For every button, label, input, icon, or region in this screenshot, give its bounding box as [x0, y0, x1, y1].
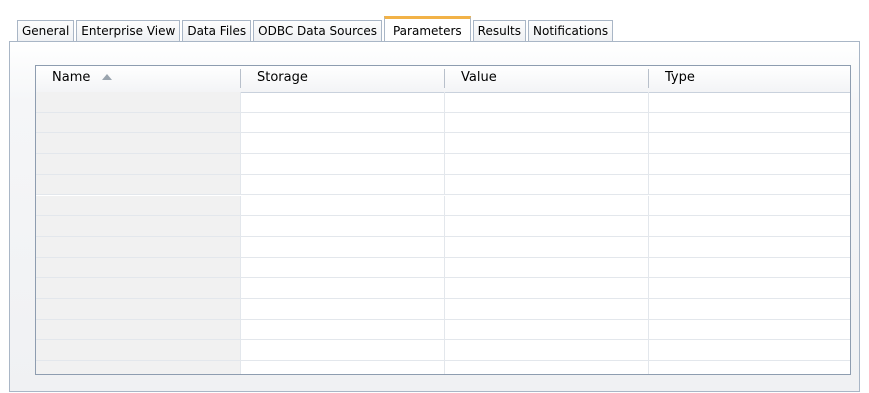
table-cell[interactable] — [445, 195, 649, 216]
table-cell[interactable] — [649, 340, 850, 360]
table-cell[interactable] — [445, 236, 649, 257]
table-cell[interactable] — [445, 216, 649, 236]
table-row[interactable] — [36, 133, 850, 155]
table-body — [36, 92, 850, 374]
table-cell[interactable] — [36, 92, 241, 112]
table-cell[interactable] — [649, 216, 850, 236]
column-header-type[interactable]: Type — [649, 66, 851, 92]
table-cell[interactable] — [649, 175, 850, 195]
table-cell[interactable] — [36, 154, 241, 174]
table-cell[interactable] — [241, 133, 445, 154]
table-cell[interactable] — [36, 319, 241, 340]
table-cell[interactable] — [241, 278, 445, 298]
tab-parameters[interactable]: Parameters — [383, 16, 471, 43]
table-cell[interactable] — [36, 216, 241, 236]
table-row[interactable] — [36, 112, 850, 134]
table-cell[interactable] — [649, 361, 850, 374]
table-row[interactable] — [36, 257, 850, 279]
table-cell[interactable] — [445, 133, 649, 154]
column-header-storage[interactable]: Storage — [241, 66, 445, 92]
table-row[interactable] — [36, 216, 850, 237]
tab-enterprise-view[interactable]: Enterprise View — [76, 20, 181, 42]
table-cell[interactable] — [36, 299, 241, 319]
table-row[interactable] — [36, 154, 850, 175]
column-header-storage-label: Storage — [257, 70, 308, 85]
table-cell[interactable] — [36, 236, 241, 257]
tab-general[interactable]: General — [17, 20, 75, 42]
table-cell[interactable] — [445, 361, 649, 374]
table-cell[interactable] — [445, 278, 649, 298]
table-cell[interactable] — [241, 236, 445, 257]
table-cell[interactable] — [241, 257, 445, 278]
table-cell[interactable] — [36, 174, 241, 195]
table-cell[interactable] — [649, 133, 850, 153]
table-cell[interactable] — [241, 361, 445, 374]
column-header-name-label: Name — [52, 70, 91, 85]
table-cell[interactable] — [649, 320, 850, 340]
table-row[interactable] — [36, 299, 850, 320]
table-cell[interactable] — [36, 361, 241, 374]
tab-odbc-data-sources[interactable]: ODBC Data Sources — [253, 20, 382, 42]
table-cell[interactable] — [649, 113, 850, 133]
table-cell[interactable] — [445, 112, 649, 133]
column-header-name[interactable]: Name — [36, 66, 241, 92]
table-row[interactable] — [36, 236, 850, 258]
table-row[interactable] — [36, 340, 850, 362]
parameters-panel: Name Storage Value Type — [9, 41, 860, 392]
table-row[interactable] — [36, 195, 850, 217]
table-cell[interactable] — [445, 340, 649, 361]
table-cell[interactable] — [241, 319, 445, 340]
table-cell[interactable] — [36, 195, 241, 216]
table-cell[interactable] — [649, 92, 850, 112]
sort-ascending-icon — [102, 74, 113, 80]
table-row[interactable] — [36, 319, 850, 341]
table-cell[interactable] — [649, 154, 850, 174]
table-cell[interactable] — [649, 196, 850, 216]
table-cell[interactable] — [445, 257, 649, 278]
table-cell[interactable] — [241, 92, 445, 112]
table-header: Name Storage Value Type — [36, 66, 850, 93]
table-cell[interactable] — [649, 278, 850, 298]
table-cell[interactable] — [241, 154, 445, 174]
parameters-table: Name Storage Value Type — [35, 65, 851, 375]
column-separator[interactable] — [850, 69, 851, 88]
table-cell[interactable] — [445, 174, 649, 195]
table-cell[interactable] — [241, 216, 445, 236]
table-cell[interactable] — [36, 133, 241, 154]
table-cell[interactable] — [445, 299, 649, 319]
tab-notifications[interactable]: Notifications — [528, 20, 614, 42]
table-cell[interactable] — [36, 257, 241, 278]
table-cell[interactable] — [241, 340, 445, 361]
tab-results[interactable]: Results — [472, 20, 527, 42]
tab-bar: General Enterprise View Data Files ODBC … — [17, 12, 615, 43]
table-row[interactable] — [36, 278, 850, 299]
table-cell[interactable] — [445, 319, 649, 340]
table-cell[interactable] — [649, 237, 850, 257]
table-cell[interactable] — [241, 299, 445, 319]
table-cell[interactable] — [36, 340, 241, 361]
column-header-type-label: Type — [665, 70, 695, 85]
table-cell[interactable] — [445, 154, 649, 174]
table-cell[interactable] — [241, 174, 445, 195]
column-header-value-label: Value — [461, 70, 497, 85]
table-cell[interactable] — [36, 278, 241, 298]
table-cell[interactable] — [36, 112, 241, 133]
table-cell[interactable] — [241, 195, 445, 216]
table-row[interactable] — [36, 174, 850, 196]
tab-data-files[interactable]: Data Files — [182, 20, 252, 42]
table-cell[interactable] — [445, 92, 649, 112]
table-cell[interactable] — [649, 258, 850, 278]
table-cell[interactable] — [241, 112, 445, 133]
table-row[interactable] — [36, 92, 850, 113]
table-row[interactable] — [36, 361, 850, 374]
table-cell[interactable] — [649, 299, 850, 319]
column-header-value[interactable]: Value — [445, 66, 649, 92]
